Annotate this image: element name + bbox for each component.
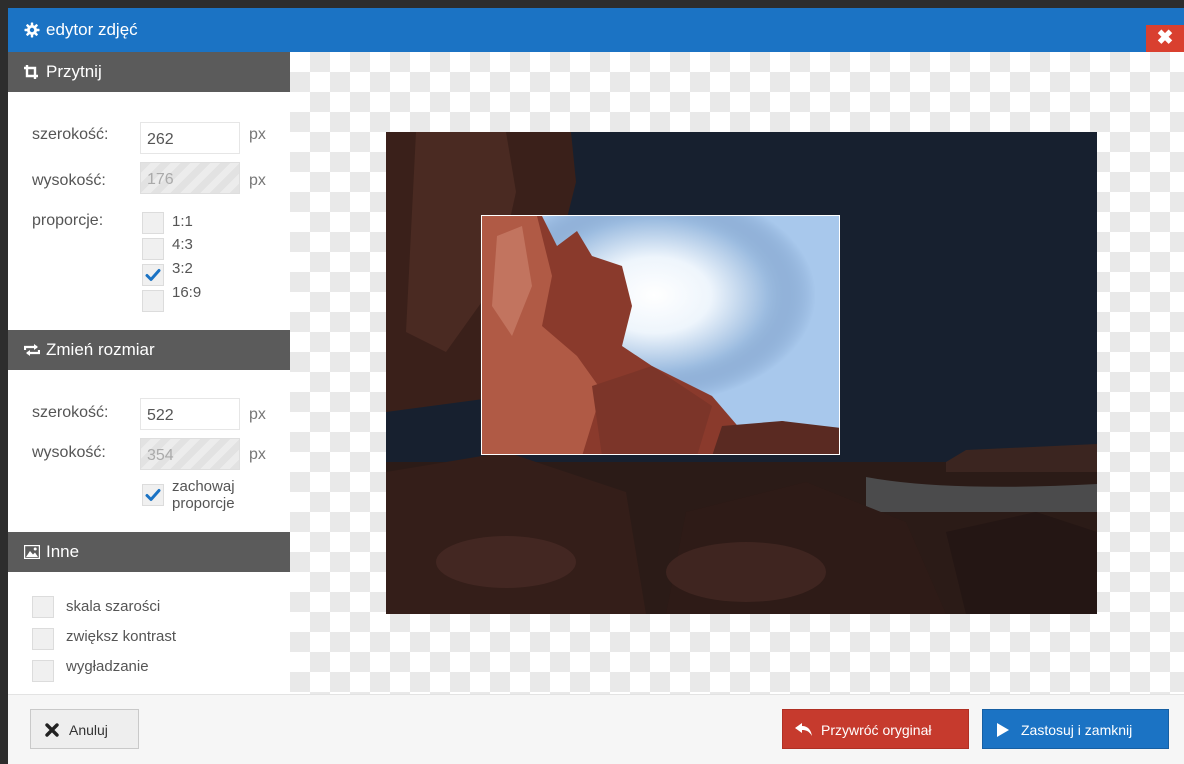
- ratio-3-2-checkbox[interactable]: [142, 264, 164, 286]
- sidebar: Przytnij szerokość: 262 px wysokość: 176…: [8, 52, 290, 695]
- crop-height-label: wysokość:: [32, 172, 106, 189]
- restore-label: Przywróć oryginał: [821, 722, 932, 738]
- ratio-1-1-label: 1:1: [172, 213, 193, 230]
- apply-close-button[interactable]: Zastosuj i zamknij: [982, 709, 1169, 749]
- section-title-resize: Zmień rozmiar: [46, 340, 155, 359]
- checkmark-icon: [145, 269, 161, 281]
- contrast-checkbox[interactable]: [32, 628, 54, 650]
- footer: Anuluj Przywróć oryginał Zastosuj i zamk…: [8, 694, 1184, 764]
- photo-editor-dialog: edytor zdjęć ✖ Przytnij szerokość: 262 p…: [8, 8, 1184, 764]
- crop-height-unit: px: [249, 172, 266, 189]
- resize-width-unit: px: [249, 406, 266, 423]
- crop-selection-image: [482, 216, 839, 454]
- photo-preview: [386, 132, 1097, 614]
- crop-width-input[interactable]: 262: [140, 122, 240, 154]
- section-title-other: Inne: [46, 542, 80, 561]
- ratio-16-9-label: 16:9: [172, 284, 202, 301]
- title-bar: edytor zdjęć ✖: [8, 8, 1184, 52]
- restore-original-button[interactable]: Przywróć oryginał: [782, 709, 969, 749]
- resize-height-label: wysokość:: [32, 444, 106, 461]
- crop-selection[interactable]: [481, 215, 840, 455]
- smoothing-checkbox[interactable]: [32, 660, 54, 682]
- image-icon: [24, 545, 40, 559]
- resize-height-unit: px: [249, 446, 266, 463]
- image-canvas[interactable]: [290, 52, 1184, 694]
- grayscale-checkbox[interactable]: [32, 596, 54, 618]
- smoothing-label: wygładzanie: [66, 658, 149, 675]
- resize-height-input: 354: [140, 438, 240, 470]
- section-header-other: Inne: [8, 532, 290, 572]
- cancel-button[interactable]: Anuluj: [30, 709, 139, 749]
- resize-icon: [24, 344, 40, 356]
- crop-width-unit: px: [249, 126, 266, 143]
- section-title-crop: Przytnij: [46, 62, 102, 81]
- ratio-16-9-checkbox[interactable]: [142, 290, 164, 312]
- window-title: edytor zdjęć: [46, 20, 138, 39]
- crop-ratio-label: proporcje:: [32, 212, 104, 229]
- contrast-label: zwiększ kontrast: [66, 628, 177, 645]
- keep-proportions-label-line1: zachowaj: [172, 478, 235, 495]
- ratio-3-2-label: 3:2: [172, 260, 193, 277]
- ratio-4-3-label: 4:3: [172, 236, 193, 253]
- apply-label: Zastosuj i zamknij: [1021, 722, 1133, 738]
- section-header-resize: Zmień rozmiar: [8, 330, 290, 370]
- grayscale-label: skala szarości: [66, 598, 161, 615]
- close-button[interactable]: ✖: [1146, 25, 1184, 52]
- resize-width-label: szerokość:: [32, 404, 109, 421]
- section-header-crop: Przytnij: [8, 52, 290, 92]
- cancel-label: Anuluj: [69, 722, 108, 738]
- resize-width-input[interactable]: 522: [140, 398, 240, 430]
- crop-icon: [24, 65, 38, 79]
- keep-proportions-checkbox[interactable]: [142, 484, 164, 506]
- ratio-1-1-checkbox[interactable]: [142, 212, 164, 234]
- checkmark-icon: [145, 489, 161, 501]
- ratio-4-3-checkbox[interactable]: [142, 238, 164, 260]
- keep-proportions-label-line2: proporcje: [172, 495, 235, 512]
- play-icon: [997, 723, 1009, 737]
- gear-icon: [24, 22, 40, 38]
- close-icon: ✖: [1156, 27, 1174, 49]
- undo-icon: [795, 723, 812, 736]
- crop-height-input: 176: [140, 162, 240, 194]
- crop-width-label: szerokość:: [32, 126, 109, 143]
- x-icon: [45, 723, 59, 737]
